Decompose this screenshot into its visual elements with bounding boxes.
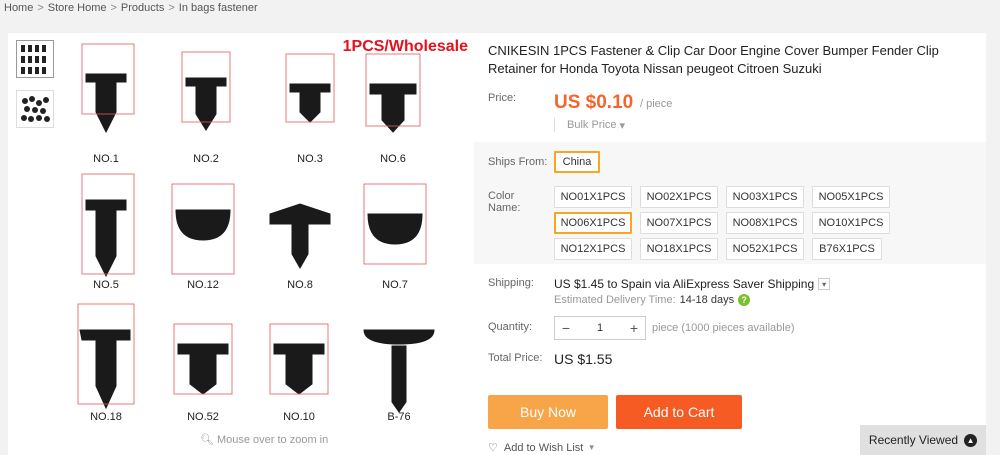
- sku-option[interactable]: NO05X1PCS: [812, 186, 890, 208]
- thumbnail-2[interactable]: [16, 90, 54, 128]
- sku-option[interactable]: NO08X1PCS: [726, 212, 804, 234]
- thumbnail-list: [16, 40, 56, 140]
- recently-viewed-button[interactable]: Recently Viewed ▲: [860, 425, 986, 455]
- main-product-image[interactable]: 1PCS/Wholesale NO.1 NO.2 NO.3 NO.6 NO.5 …: [68, 34, 472, 430]
- clip-label: NO.6: [380, 153, 406, 165]
- quantity-input[interactable]: 1: [577, 322, 623, 334]
- quantity-label: Quantity:: [488, 321, 533, 333]
- clip-label: NO.12: [187, 279, 219, 291]
- sku-option[interactable]: NO18X1PCS: [640, 238, 718, 260]
- thumbnail-1[interactable]: [16, 40, 54, 78]
- clip-label: NO.5: [93, 279, 119, 291]
- clips-grid-thumbnail-image: [21, 45, 46, 74]
- breadcrumb-separator: >: [168, 2, 175, 14]
- shipping-text: US $1.45 to Spain via AliExpress Saver S…: [554, 277, 815, 291]
- clip-label: NO.18: [90, 411, 122, 423]
- breadcrumb-home[interactable]: Home: [4, 2, 33, 14]
- quantity-availability: piece (1000 pieces available): [652, 322, 795, 334]
- minus-button[interactable]: −: [555, 320, 577, 336]
- clip-label: B-76: [387, 411, 410, 423]
- clip-label: NO.8: [287, 279, 313, 291]
- bulk-price-toggle[interactable]: Bulk Price ▾: [554, 118, 625, 132]
- add-to-cart-button[interactable]: Add to Cart: [616, 395, 742, 429]
- chevron-up-icon: ▲: [964, 433, 978, 447]
- sku-option-selected[interactable]: NO06X1PCS: [554, 212, 632, 234]
- breadcrumb-separator: >: [37, 2, 44, 14]
- clip-label: NO.7: [382, 279, 408, 291]
- color-label-line-1: Color: [488, 190, 515, 202]
- quantity-stepper: − 1 +: [554, 316, 646, 340]
- caret-down-icon: ▾: [619, 119, 626, 132]
- sku-option[interactable]: NO01X1PCS: [554, 186, 632, 208]
- wishlist-label: Add to Wish List: [503, 441, 584, 454]
- breadcrumb: Home > Store Home > Products > In bags f…: [4, 0, 258, 16]
- sku-option[interactable]: NO07X1PCS: [640, 212, 718, 234]
- add-to-wishlist[interactable]: ♡ Add to Wish List ▾: [488, 441, 594, 455]
- clip-label: NO.1: [93, 153, 119, 165]
- delivery-time: Estimated Delivery Time: 14-18 days ?: [554, 294, 751, 306]
- delivery-value: 14-18 days: [679, 294, 735, 306]
- sku-option[interactable]: NO03X1PCS: [726, 186, 804, 208]
- image-overlay-title: 1PCS/Wholesale: [342, 38, 468, 55]
- chevron-down-icon[interactable]: ▾: [818, 278, 831, 290]
- plus-button[interactable]: +: [623, 320, 645, 336]
- sku-option[interactable]: NO52X1PCS: [726, 238, 804, 260]
- ships-from-label: Ships From:: [488, 156, 548, 168]
- ships-from-option-china[interactable]: China: [554, 151, 600, 173]
- breadcrumb-store-home[interactable]: Store Home: [48, 2, 107, 14]
- buy-now-button[interactable]: Buy Now: [488, 395, 608, 429]
- color-name-label: Color Name:: [488, 190, 520, 214]
- heart-icon: ♡: [488, 442, 498, 454]
- sku-option[interactable]: NO12X1PCS: [554, 238, 632, 260]
- recently-viewed-label: Recently Viewed: [868, 433, 959, 447]
- total-price-label: Total Price:: [488, 352, 543, 364]
- breadcrumb-current[interactable]: In bags fastener: [179, 2, 258, 14]
- magnifier-icon: 🔍︎: [200, 434, 214, 446]
- clip-label: NO.10: [283, 411, 315, 423]
- bulk-price-label: Bulk Price: [567, 119, 617, 131]
- shipping-label: Shipping:: [488, 277, 534, 289]
- clip-label: NO.52: [187, 411, 219, 423]
- question-icon[interactable]: ?: [738, 294, 751, 306]
- price-value: US $0.10: [554, 92, 634, 113]
- clips-pile-thumbnail-image: [21, 96, 50, 122]
- fastener-clips-illustration: NO.1 NO.2 NO.3 NO.6 NO.5 NO.12 NO.8 NO.7…: [77, 43, 435, 423]
- shipping-method[interactable]: US $1.45 to Spain via AliExpress Saver S…: [554, 277, 831, 291]
- sku-option[interactable]: B76X1PCS: [812, 238, 882, 260]
- clip-label: NO.2: [193, 153, 219, 165]
- product-title: CNIKESIN 1PCS Fastener & Clip Car Door E…: [488, 43, 939, 76]
- price-unit: / piece: [640, 98, 673, 110]
- sku-option[interactable]: NO10X1PCS: [812, 212, 890, 234]
- zoom-hint-text: Mouse over to zoom in: [216, 433, 329, 446]
- breadcrumb-separator: >: [110, 2, 117, 14]
- clip-label: NO.3: [297, 153, 323, 165]
- color-label-line-2: Name:: [488, 202, 521, 214]
- chevron-down-icon: ▾: [589, 442, 594, 452]
- sku-option[interactable]: NO02X1PCS: [640, 186, 718, 208]
- delivery-label: Estimated Delivery Time:: [554, 294, 676, 306]
- breadcrumb-products[interactable]: Products: [121, 2, 164, 14]
- zoom-hint: 🔍︎ Mouse over to zoom in: [200, 433, 329, 447]
- price-label: Price:: [488, 92, 517, 104]
- total-price-value: US $1.55: [554, 351, 613, 367]
